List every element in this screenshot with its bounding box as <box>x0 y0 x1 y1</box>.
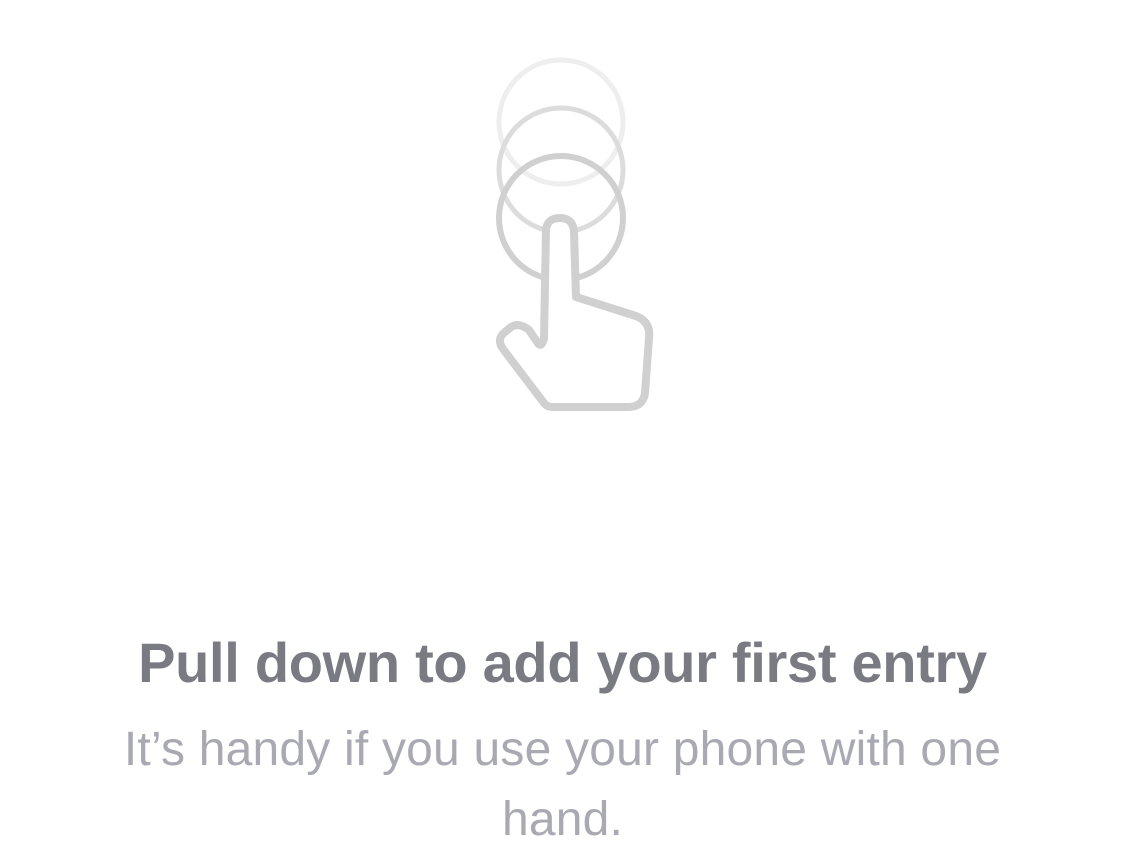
hand-outline <box>496 214 654 411</box>
empty-state-title: Pull down to add your first entry <box>138 631 987 694</box>
empty-state-subtitle: It’s handy if you use your phone with on… <box>123 723 1002 846</box>
empty-state-screen: Pull down to add your first entry It’s h… <box>0 0 1125 868</box>
motion-circle-faint <box>496 57 626 187</box>
